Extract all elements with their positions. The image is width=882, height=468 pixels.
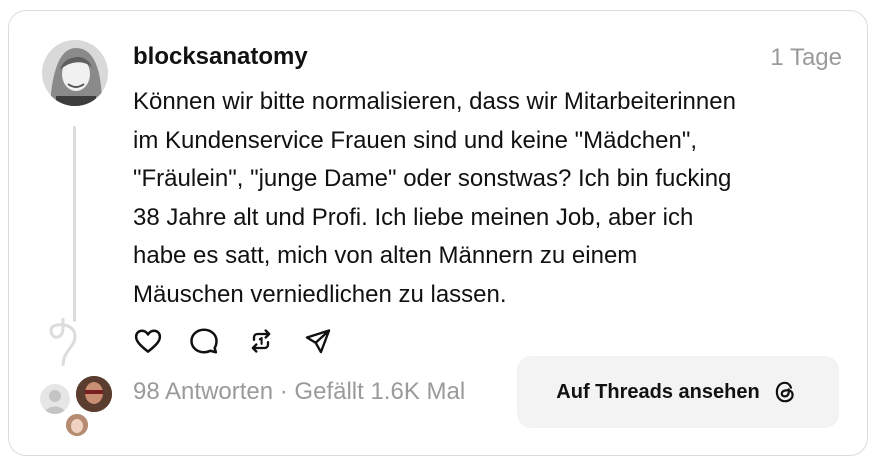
post-text-line: im Kundenservice Frauen sind und keine "… [133,126,698,154]
post-text-line: Können wir bitte normalisieren, dass wir… [133,88,736,115]
repost-icon [251,329,271,353]
post-text: Können wir bitte normalisieren, dass wir… [133,83,848,314]
avatar [64,412,90,438]
timestamp[interactable]: 1 Tage [770,44,842,72]
post-stats[interactable]: 98 Antworten · Gefällt 1.6K Mal [133,378,465,406]
heart-icon [134,329,162,353]
thread-line [73,126,76,322]
post-text-line: Mäuschen verniedlichen zu lassen. [133,280,507,308]
repost-button[interactable] [244,324,278,358]
post-text-line: habe es satt, mich von alten Männern zu … [133,242,638,269]
share-icon [305,329,331,354]
avatar [74,374,114,414]
avatar [40,384,70,414]
thread-loop-icon [49,318,77,366]
like-button[interactable] [131,324,165,358]
share-button[interactable] [301,324,335,358]
username[interactable]: blocksanatomy [133,43,308,71]
avatar[interactable] [42,40,108,106]
view-on-threads-button[interactable]: Auf Threads ansehen [517,356,839,428]
reply-avatars [38,372,114,438]
comment-icon [190,328,218,354]
reply-button[interactable] [187,324,221,358]
post-text-line: "Fräulein", "junge Dame" oder sonstwas? … [133,165,732,192]
view-on-threads-label: Auf Threads ansehen [556,380,760,403]
threads-logo-icon [770,377,800,407]
post-text-line: 38 Jahre alt und Profi. Ich liebe meinen… [133,203,694,231]
